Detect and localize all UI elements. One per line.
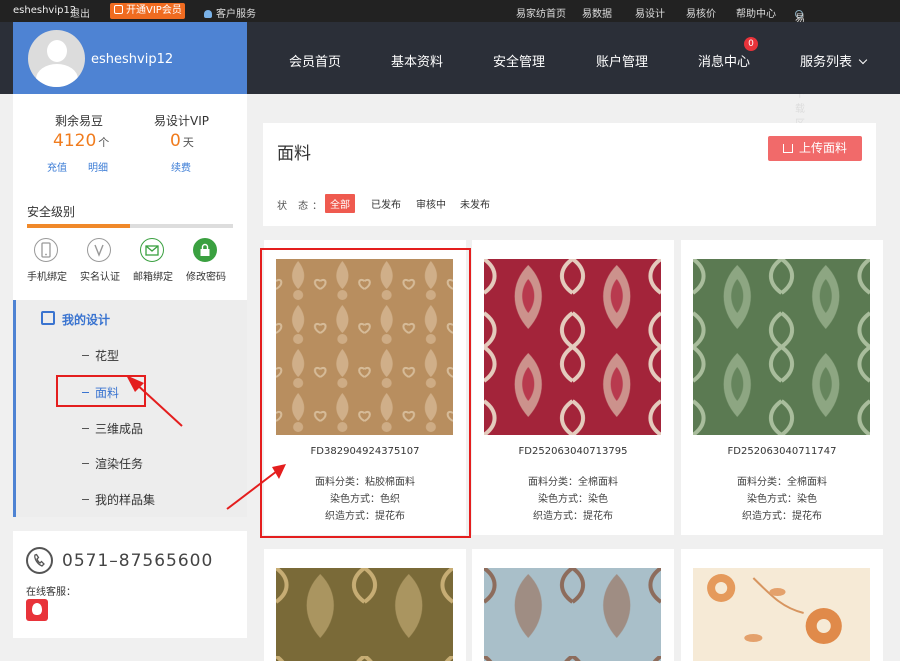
realname-verify-label[interactable]: 实名认证 [80,268,120,283]
chevron-down-icon [858,55,868,65]
menu-item-label: 花型 [95,349,120,363]
headset-icon [204,10,212,18]
menu-my-design[interactable]: 我的设计 [41,311,111,328]
fabric-dye-method: 染色方式：染色 [747,494,817,505]
nav-member-home[interactable]: 会员首页 [289,51,341,70]
nav-account[interactable]: 账户管理 [596,51,648,70]
beans-unit: 个 [98,136,110,149]
edit-icon [41,311,55,325]
topbar-link-price[interactable]: 易核价 [686,5,716,20]
fabric-weave-method: 织造方式：提花布 [533,511,613,522]
fabric-image[interactable] [484,568,661,661]
open-vip-label: 开通VIP会员 [126,5,182,16]
online-service-label: 在线客服： [26,587,76,598]
topbar-link-help[interactable]: 帮助中心 [736,5,776,20]
nav-services-label: 服务列表 [800,55,853,70]
security-level-bar [27,224,233,228]
security-level-fill [27,224,130,228]
fabric-card[interactable] [264,549,466,661]
phone-bind-icon[interactable] [34,238,58,262]
nav-messages[interactable]: 消息中心 [698,51,750,70]
header: esheshvip12 会员首页 基本资料 安全管理 账户管理 消息中心 服务列… [0,22,900,94]
main-nav: 会员首页 基本资料 安全管理 账户管理 消息中心 服务列表 [247,22,900,94]
topbar-link-home[interactable]: 易家纺首页 [516,5,566,20]
phone-icon [26,547,53,574]
beans-label: 剩余易豆 [55,114,104,128]
email-bind-icon[interactable] [140,238,164,262]
topbar-link-data[interactable]: 易数据 [582,5,612,20]
detail-link[interactable]: 明细 [88,159,108,174]
vip-days-number: 0 [170,131,181,151]
status-label: 状 态： [277,201,327,212]
message-count-badge: 0 [744,37,758,51]
arrow-icon [226,464,286,510]
contact-panel: 0571–87565600 在线客服： [13,531,247,638]
fabric-dye-method: 染色方式：染色 [538,494,608,505]
beans-number: 4120 [53,131,97,151]
fabric-image[interactable] [693,568,870,661]
vip-label: 易设计VIP [154,114,209,128]
filter-reviewing[interactable]: 审核中 [411,194,451,213]
logout-link[interactable]: 退出 [70,5,90,20]
account-summary: 剩余易豆 4120 个 充值 明细 易设计VIP 0天 续费 安全级别 手机绑定 … [13,94,247,300]
phone-number: 0571–87565600 [62,551,214,571]
security-level-label: 安全级别 [27,205,76,219]
menu-head-label: 我的设计 [62,313,111,327]
top-bar: esheshvip12 退出 开通VIP会员 客户服务 易家纺首页 易数据 易设… [0,0,900,130]
filter-all[interactable]: 全部 [325,194,355,213]
customer-service-label: 客户服务 [216,9,256,20]
vip-days-unit: 天 [182,136,194,149]
topbar-link-design[interactable]: 易设计 [635,5,665,20]
fabric-card[interactable] [681,549,883,661]
menu-item-pattern[interactable]: 花型 [82,347,119,364]
fabric-category: 面料分类：全棉面料 [528,477,618,488]
nav-security[interactable]: 安全管理 [493,51,545,70]
nav-services[interactable]: 服务列表 [800,51,868,70]
profile-username: esheshvip12 [91,52,174,67]
filter-unpublished[interactable]: 未发布 [455,194,495,213]
fabric-code[interactable]: FD252063040713795 [472,446,674,457]
menu-item-label: 渲染任务 [95,457,144,471]
vip-days: 0天 [170,131,194,151]
realname-verify-icon[interactable] [87,238,111,262]
beans-value: 4120 个 [53,131,109,151]
customer-service-link[interactable]: 客户服务 [204,5,256,20]
fabric-header-panel: 面料 上传面料 状 态： 全部 已发布 审核中 未发布 [263,123,876,226]
page-title: 面料 [277,144,311,164]
upload-icon [782,144,793,153]
fabric-card[interactable]: FD252063040711747 面料分类：全棉面料 染色方式：染色 织造方式… [681,240,883,535]
fabric-image[interactable] [484,259,661,435]
profile-panel: esheshvip12 [13,22,247,94]
fabric-card[interactable] [472,549,674,661]
recharge-link[interactable]: 充值 [47,159,67,174]
upload-fabric-button[interactable]: 上传面料 [768,136,862,161]
avatar[interactable] [28,30,85,87]
qq-icon[interactable] [26,599,48,621]
open-vip-button[interactable]: 开通VIP会员 [110,3,185,19]
phone-bind-label[interactable]: 手机绑定 [27,268,67,283]
fabric-code[interactable]: FD252063040711747 [681,446,883,457]
lock-icon[interactable] [193,238,217,262]
fabric-weave-method: 织造方式：提花布 [742,511,822,522]
fabric-card[interactable]: FD252063040713795 面料分类：全棉面料 染色方式：染色 织造方式… [472,240,674,535]
arrow-icon [126,375,183,427]
vip-icon [114,5,123,14]
email-bind-label[interactable]: 邮箱绑定 [133,268,173,283]
renew-link[interactable]: 续费 [171,159,191,174]
menu-item-sample-set[interactable]: 我的样品集 [82,491,155,508]
nav-basic-info[interactable]: 基本资料 [391,51,443,70]
change-password-label[interactable]: 修改密码 [186,268,226,283]
fabric-image[interactable] [276,568,453,661]
filter-published[interactable]: 已发布 [366,194,406,213]
fabric-category: 面料分类：全棉面料 [737,477,827,488]
upload-label: 上传面料 [798,141,847,155]
topbar-username: esheshvip12 [13,5,77,16]
menu-item-render-task[interactable]: 渲染任务 [82,455,143,472]
fabric-image[interactable] [693,259,870,435]
menu-item-label: 我的样品集 [95,493,156,507]
